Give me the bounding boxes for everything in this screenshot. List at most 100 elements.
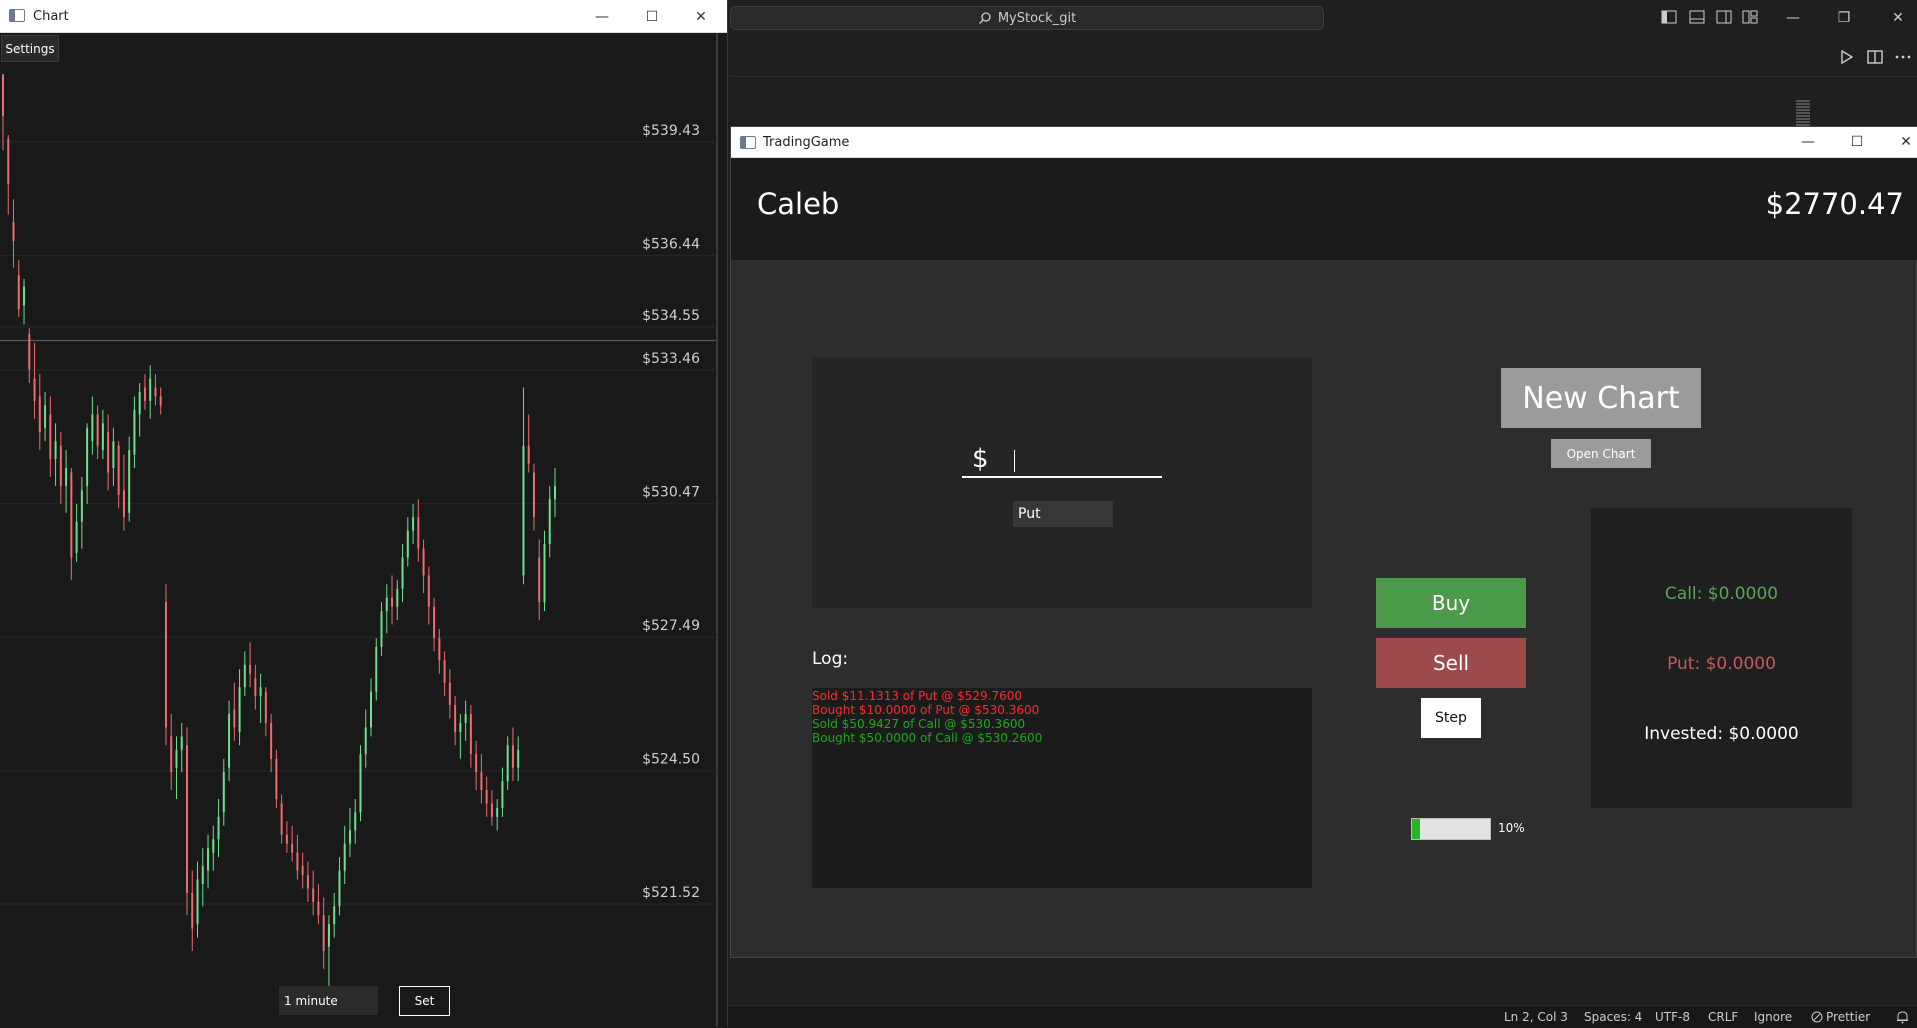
candle-body [359, 754, 362, 813]
game-header [731, 158, 1917, 260]
price-tick-label: $521.52 [642, 885, 700, 901]
candle [7, 134, 10, 215]
progress-fill [1412, 819, 1420, 839]
chart-close-icon[interactable]: ✕ [686, 2, 716, 32]
candle [207, 834, 210, 889]
price-tick-label: $533.46 [642, 351, 700, 367]
candle [28, 328, 31, 384]
game-minimize-icon[interactable]: — [1793, 127, 1823, 157]
candle-body [122, 490, 125, 518]
candle-body [212, 839, 215, 853]
more-actions-icon[interactable] [1894, 48, 1912, 66]
candle-body [501, 781, 504, 808]
run-icon[interactable] [1837, 48, 1855, 66]
candle [312, 870, 315, 916]
candle-body [333, 906, 336, 925]
progress-label: 10% [1498, 821, 1525, 835]
status-indentation[interactable]: Spaces: 4 [1584, 1010, 1642, 1024]
candle-body [180, 736, 183, 750]
candle [396, 579, 399, 621]
candle-body [101, 423, 104, 451]
candle-body [143, 387, 146, 401]
candle [228, 700, 231, 782]
candle [448, 669, 451, 719]
game-maximize-icon[interactable]: ☐ [1842, 127, 1872, 157]
candle [180, 722, 183, 773]
candle-body [217, 816, 220, 840]
option-type-select[interactable]: Put [1013, 501, 1113, 527]
candle [317, 883, 320, 925]
candle-body [401, 557, 404, 589]
split-editor-icon[interactable] [1866, 48, 1884, 66]
candle [506, 736, 509, 791]
new-chart-button[interactable]: New Chart [1501, 368, 1701, 428]
minimap[interactable] [1796, 100, 1810, 126]
candle [212, 825, 215, 871]
candle [101, 409, 104, 460]
candle [91, 396, 94, 455]
candle [186, 727, 188, 916]
candle [222, 758, 225, 826]
candle-body [548, 499, 551, 545]
interval-input[interactable]: 1 minute [279, 986, 378, 1015]
toggle-panel-icon[interactable] [1689, 9, 1705, 25]
candle [438, 629, 441, 674]
candle-body [159, 396, 162, 406]
set-button[interactable]: Set [399, 986, 450, 1016]
candle-body [375, 646, 378, 692]
candle-body [107, 432, 110, 473]
candle [364, 709, 367, 768]
buy-button[interactable]: Buy [1376, 578, 1526, 628]
candle-body [438, 637, 441, 661]
vscode-close-icon[interactable]: ✕ [1888, 8, 1908, 28]
sell-button[interactable]: Sell [1376, 638, 1526, 688]
open-chart-button[interactable]: Open Chart [1551, 439, 1651, 468]
candle [249, 642, 252, 688]
candle [164, 584, 167, 746]
notifications-bell-icon[interactable] [1896, 1010, 1909, 1024]
settings-button[interactable]: Settings [1, 35, 59, 62]
status-prettier[interactable]: Prettier [1811, 1010, 1870, 1024]
candlestick-chart[interactable]: $539.43 $536.44 $534.55 $533.46 $530.47 $527.… [0, 33, 718, 1027]
chart-splitter[interactable] [716, 33, 718, 1027]
candle [49, 396, 52, 477]
log-label: Log: [812, 649, 849, 669]
candle-body [511, 745, 514, 768]
command-center-search[interactable]: MyStock_git [730, 6, 1324, 30]
status-encoding[interactable]: UTF-8 [1655, 1010, 1690, 1024]
status-line-ending[interactable]: CRLF [1708, 1010, 1738, 1024]
candle-body [112, 441, 115, 469]
chart-minimize-icon[interactable]: — [587, 2, 617, 32]
chart-maximize-icon[interactable]: ☐ [637, 2, 667, 32]
candle [322, 897, 325, 969]
candle [354, 798, 357, 844]
candle-body [117, 445, 120, 495]
candle-body [149, 378, 152, 401]
prettier-icon [1811, 1011, 1823, 1023]
candle-body [228, 714, 231, 768]
step-button[interactable]: Step [1421, 698, 1481, 738]
candle [59, 432, 62, 504]
status-ignore[interactable]: Ignore [1754, 1010, 1792, 1024]
game-close-icon[interactable]: ✕ [1891, 127, 1917, 157]
vscode-restore-icon[interactable]: ❐ [1834, 8, 1854, 28]
candle-body [327, 924, 330, 947]
candle-body [196, 879, 199, 925]
candle-body [443, 660, 446, 683]
amount-input[interactable] [962, 440, 1162, 478]
candle [238, 669, 241, 746]
candle-body [59, 445, 62, 486]
candle [375, 637, 378, 701]
customize-layout-icon[interactable] [1742, 9, 1758, 25]
vscode-minimize-icon[interactable]: — [1783, 8, 1803, 28]
candle [490, 790, 493, 826]
toggle-secondary-sidebar-icon[interactable] [1716, 9, 1732, 25]
status-cursor-position[interactable]: Ln 2, Col 3 [1504, 1010, 1568, 1024]
candle-body [86, 427, 89, 486]
candle-body [527, 445, 530, 464]
candle [359, 745, 362, 822]
candle [348, 807, 351, 858]
candle-body [312, 888, 315, 902]
toggle-primary-sidebar-icon[interactable] [1661, 9, 1677, 25]
candle-body [254, 678, 257, 697]
